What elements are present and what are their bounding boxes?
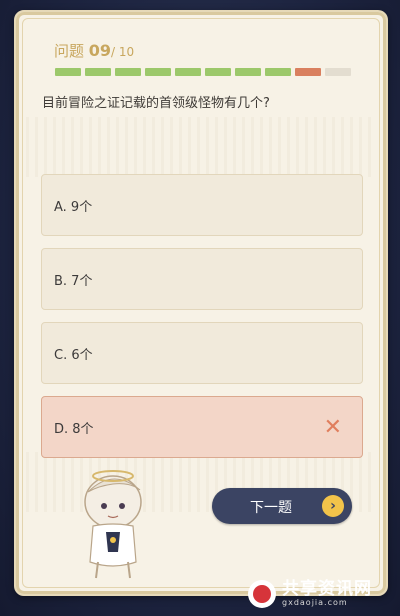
watermark-url: gxdaojia.com [282,598,348,607]
logo-icon [248,580,276,608]
progress-segment-pending [325,68,351,76]
option-label: C. 6个 [54,347,93,363]
option-label: B. 7个 [54,273,93,289]
progress-bar [55,68,351,76]
option-label: A. 9个 [54,199,93,215]
progress-segment-wrong [295,68,321,76]
progress-segment-done [265,68,291,76]
progress-segment-done [115,68,141,76]
option-c[interactable]: C. 6个 [41,322,363,384]
progress-segment-done [85,68,111,76]
option-d[interactable]: D. 8个 ✕ [41,396,363,458]
progress-segment-done [145,68,171,76]
question-current-number: 09 [88,41,112,60]
character-mascot-image [84,470,142,579]
quiz-card: 问题 09/ 10 目前冒险之证记载的首领级怪物有几个? A. 9个 B. 7个… [14,10,388,596]
option-label: D. 8个 [54,421,94,437]
question-total: / 10 [111,45,135,59]
site-watermark-logo: 共享资讯网 gxdaojia.com [248,580,372,608]
progress-segment-done [235,68,261,76]
card-corner [16,580,30,594]
watermark-title: 共享资讯网 [282,579,372,599]
progress-segment-done [55,68,81,76]
card-corner [372,580,386,594]
progress-segment-done [205,68,231,76]
card-corner [372,12,386,26]
option-b[interactable]: B. 7个 [41,248,363,310]
progress-segment-done [175,68,201,76]
next-question-button[interactable]: 下一题 › [212,488,352,524]
chevron-right-icon: › [322,495,344,517]
card-corner [16,12,30,26]
question-counter: 问题 09/ 10 [54,40,134,61]
question-counter-label: 问题 [54,42,89,60]
option-a[interactable]: A. 9个 [41,174,363,236]
question-text: 目前冒险之证记载的首领级怪物有几个? [42,96,270,111]
decorative-pattern [26,117,376,177]
next-question-label: 下一题 [250,500,292,516]
close-icon: ✕ [323,415,342,440]
